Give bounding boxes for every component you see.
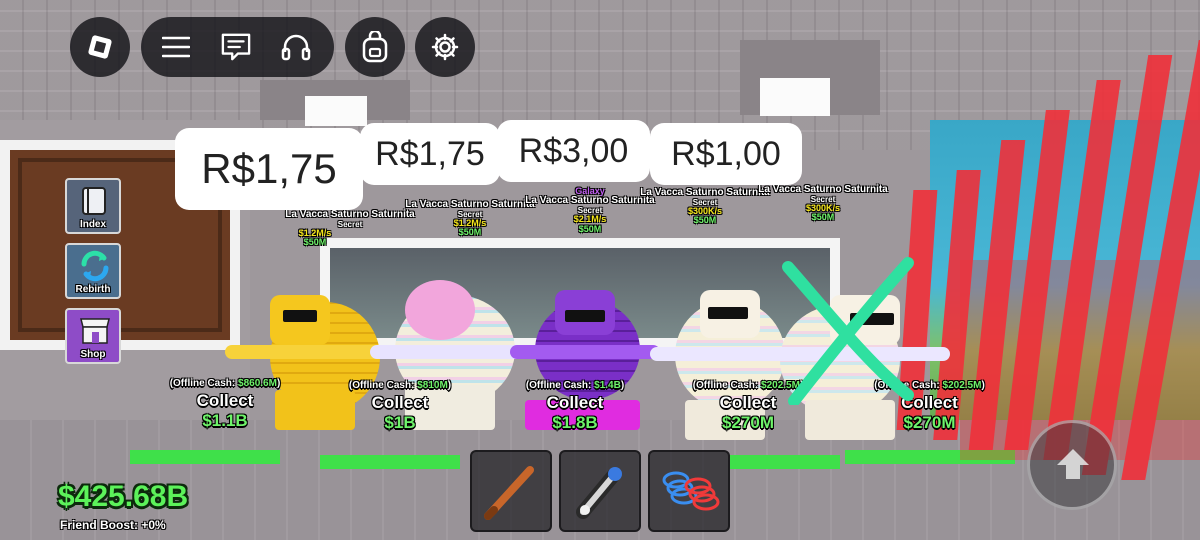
refresh-icon bbox=[81, 250, 109, 282]
collect-amount: $1.8B bbox=[552, 413, 598, 432]
pet-name: La Vacca Saturno Saturnita bbox=[405, 199, 535, 210]
hamburger-menu-icon[interactable] bbox=[161, 32, 191, 62]
index-label: Index bbox=[79, 219, 107, 230]
pet-name: La Vacca Saturno Saturnita bbox=[758, 184, 888, 195]
offline-cash: (Offline Cash: $860.6M) bbox=[169, 378, 281, 389]
gear-icon bbox=[431, 33, 459, 61]
collect-amount: $270M bbox=[722, 413, 774, 432]
collect-amount: $270M bbox=[903, 413, 956, 432]
ceiling-light bbox=[305, 96, 367, 126]
index-button[interactable]: Index bbox=[65, 178, 121, 234]
shop-button[interactable]: Shop bbox=[65, 308, 121, 364]
baseball-bat-icon bbox=[484, 466, 534, 520]
cross-mark-icon bbox=[782, 257, 914, 405]
jump-button[interactable] bbox=[1027, 420, 1117, 510]
collect-button[interactable]: Collect bbox=[160, 391, 290, 411]
topbar-group bbox=[141, 17, 334, 77]
price-tag: R$1,75 bbox=[175, 128, 363, 210]
collect-sign[interactable]: (Offline Cash: $860.6M) Collect $1.1B bbox=[160, 378, 290, 431]
brainrot-character[interactable] bbox=[225, 290, 385, 460]
roblox-logo-icon bbox=[87, 34, 113, 60]
price-tag: R$1,75 bbox=[360, 123, 500, 185]
ceiling-light bbox=[760, 78, 830, 116]
pet-name: La Vacca Saturno Saturnita bbox=[285, 209, 415, 220]
roblox-menu-button[interactable] bbox=[70, 17, 130, 77]
rebirth-label: Rebirth bbox=[75, 284, 111, 295]
shop-label: Shop bbox=[80, 349, 106, 360]
hotbar-slot-3[interactable] bbox=[648, 450, 730, 532]
headset-icon[interactable] bbox=[281, 32, 311, 62]
stand-info: La Vacca Saturno Saturnita Secret $1.2M/… bbox=[400, 199, 540, 238]
stand-info: La Vacca Saturno Saturnita Secret $1.2M/… bbox=[280, 209, 420, 248]
hotbar-slot-2[interactable] bbox=[559, 450, 641, 532]
settings-button[interactable] bbox=[415, 17, 475, 77]
speed-coil-icon bbox=[662, 471, 720, 511]
offline-cash: (Offline Cash: $810M) bbox=[348, 380, 452, 391]
collect-button[interactable]: Collect bbox=[510, 393, 640, 413]
pet-price: $50M bbox=[458, 227, 482, 238]
offline-cash: (Offline Cash: $1.4B) bbox=[525, 380, 625, 391]
arrow-up-icon bbox=[1057, 449, 1089, 479]
price-tag: R$1,00 bbox=[650, 123, 802, 185]
stand-info: La Vacca Saturno Saturnita Secret $300K/… bbox=[748, 184, 898, 223]
collect-sign[interactable]: (Offline Cash: $1.4B) Collect $1.8B bbox=[510, 380, 640, 433]
collect-amount: $1.1B bbox=[202, 411, 248, 430]
price-tag: R$3,00 bbox=[497, 120, 650, 182]
collect-sign[interactable]: (Offline Cash: $810M) Collect $1B bbox=[335, 380, 465, 433]
backpack-button[interactable] bbox=[345, 17, 405, 77]
collect-pad bbox=[730, 455, 840, 469]
collect-button[interactable]: Collect bbox=[335, 393, 465, 413]
pet-price: $50M bbox=[578, 223, 602, 234]
store-icon bbox=[80, 318, 110, 344]
collect-amount: $1B bbox=[384, 413, 416, 432]
hotbar-slot-1[interactable] bbox=[470, 450, 552, 532]
chat-icon[interactable] bbox=[221, 32, 251, 62]
rebirth-button[interactable]: Rebirth bbox=[65, 243, 121, 299]
book-icon bbox=[82, 187, 106, 215]
backpack-icon bbox=[362, 31, 388, 63]
grapple-gun-icon bbox=[576, 467, 622, 519]
pet-price: $50M bbox=[811, 212, 835, 223]
cash-balance: $425.68B bbox=[58, 480, 189, 513]
pet-price: $50M bbox=[303, 237, 327, 248]
friend-boost: Friend Boost: +0% bbox=[60, 518, 166, 532]
